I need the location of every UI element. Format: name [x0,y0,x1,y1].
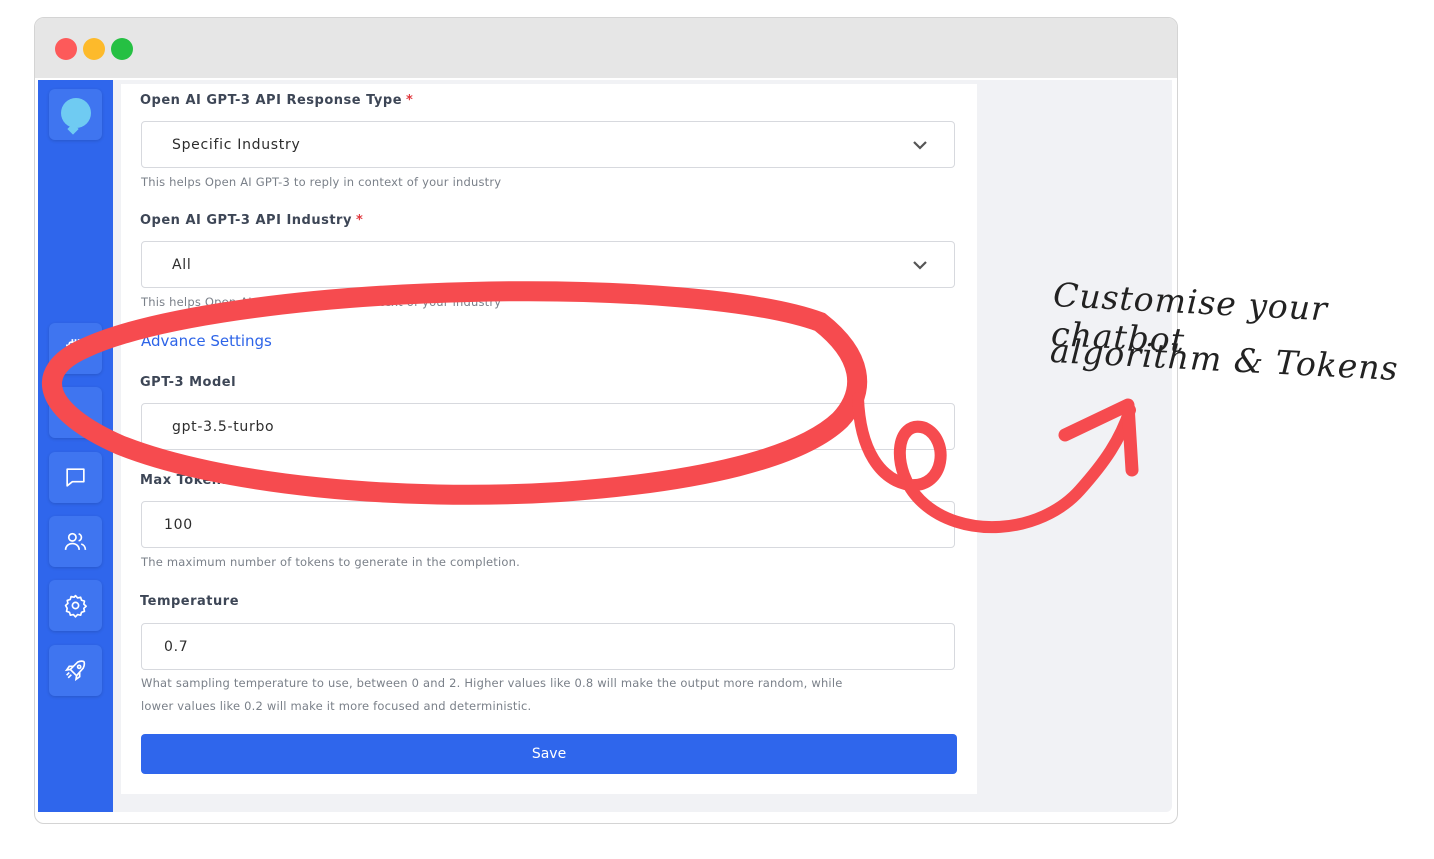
temperature-help-line2: lower values like 0.2 will make it more … [141,699,532,713]
response-type-value: Specific Industry [172,137,301,153]
response-type-select[interactable]: Specific Industry [141,121,955,168]
sidebar-item-settings[interactable] [49,580,102,631]
max-tokens-help: The maximum number of tokens to generate… [141,555,520,569]
temperature-input[interactable]: 0.7 [141,623,955,670]
sidebar-item-blank[interactable] [49,387,102,438]
max-tokens-value: 100 [164,517,193,533]
response-type-label: Open AI GPT-3 API Response Type * [140,93,414,108]
message-icon [66,468,85,487]
industry-label: Open AI GPT-3 API Industry * [140,213,364,228]
users-icon [64,532,87,550]
maximize-window-dot[interactable] [111,38,133,60]
gear-icon [64,594,87,618]
industry-value: All [172,257,192,273]
close-window-dot[interactable] [55,38,77,60]
model-label: GPT-3 Model [140,375,237,390]
industry-help: This helps Open AI GPT-3 to reply in con… [141,295,502,309]
temperature-label: Temperature [140,594,240,609]
chevron-down-icon [913,261,927,270]
max-tokens-input[interactable]: 100 [141,501,955,548]
required-mark: * [406,93,414,108]
advance-settings-link[interactable]: Advance Settings [141,332,272,350]
response-type-help: This helps Open AI GPT-3 to reply in con… [141,175,502,189]
sidebar-item-messages[interactable] [49,452,102,503]
minimize-window-dot[interactable] [83,38,105,60]
sidebar-item-ai[interactable] [49,323,102,374]
window-titlebar [35,18,1177,78]
sidebar [38,80,113,812]
industry-select[interactable]: All [141,241,955,288]
browser-window: Open AI GPT-3 API Response Type * Specifi… [34,17,1178,824]
required-mark: * [355,213,364,228]
temperature-value: 0.7 [164,639,189,655]
temperature-help-line1: What sampling temperature to use, betwee… [141,676,843,690]
model-value: gpt-3.5-turbo [172,419,275,435]
save-button[interactable]: Save [141,734,957,774]
max-tokens-label: Max Tokens [140,473,230,488]
chip-icon [66,339,85,358]
rocket-icon [64,660,86,682]
app-logo-button[interactable] [49,89,102,140]
model-input[interactable]: gpt-3.5-turbo [141,403,955,450]
sidebar-item-launch[interactable] [49,645,102,696]
chevron-down-icon [913,141,927,150]
chat-bubble-logo-icon [61,98,91,128]
sidebar-item-users[interactable] [49,516,102,567]
